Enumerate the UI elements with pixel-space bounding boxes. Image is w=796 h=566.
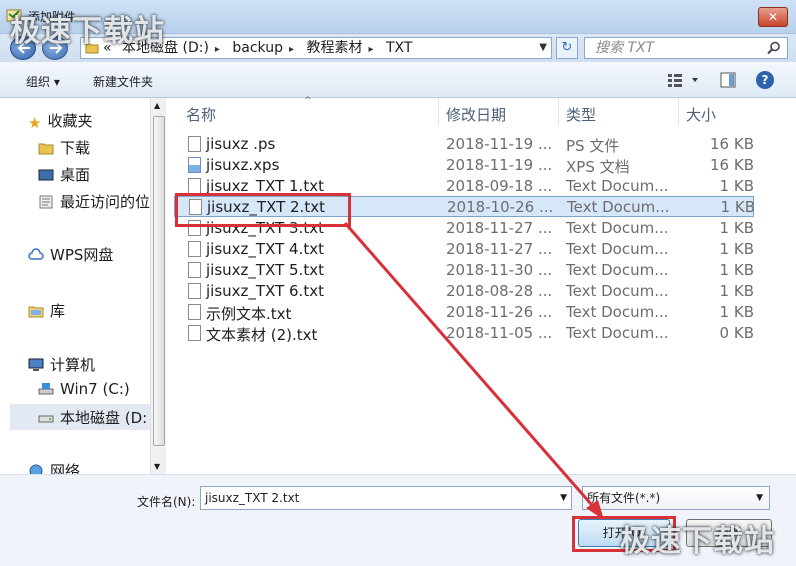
watermark-bottom: 极速下载站 [620, 524, 775, 559]
watermark-top: 极速下载站 [10, 14, 165, 49]
annotation-arrow [343, 222, 604, 520]
